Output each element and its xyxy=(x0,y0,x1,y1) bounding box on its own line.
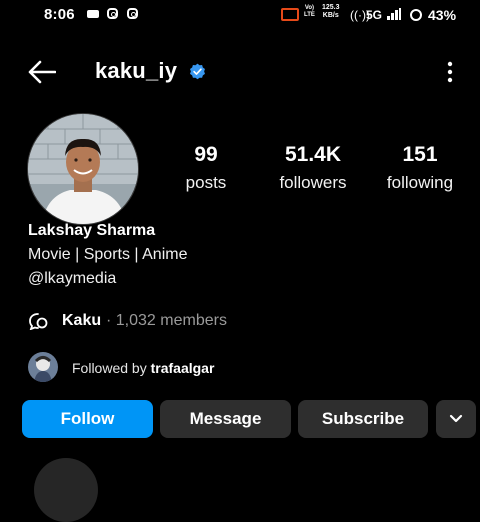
hd-icon xyxy=(281,8,299,21)
signal-icon xyxy=(387,8,403,20)
battery-percentage: 43% xyxy=(428,7,457,23)
followers-count: 51.4K xyxy=(284,143,342,166)
network-speed: 125.3 KB/s xyxy=(322,4,340,19)
chevron-down-icon xyxy=(449,414,463,423)
instagram-icon xyxy=(127,8,138,19)
profile-mention-link[interactable]: @lkaymedia xyxy=(28,270,116,288)
profile-avatar[interactable] xyxy=(27,113,139,225)
network-type: 5G xyxy=(366,8,383,22)
posts-count: 99 xyxy=(194,143,218,166)
posts-label: posts xyxy=(185,173,227,192)
mutual-follower-username: trafaalgar xyxy=(150,360,215,376)
profile-bio: Movie | Sports | Anime xyxy=(28,246,188,263)
profile-photo xyxy=(28,114,138,224)
profile-username: kaku_iy xyxy=(95,58,178,83)
stat-followers[interactable]: 51.4K followers xyxy=(263,143,363,193)
more-options-icon[interactable] xyxy=(444,60,456,84)
subscribe-button[interactable]: Subscribe xyxy=(298,400,428,438)
followed-by-text[interactable]: Followed by trafaalgar xyxy=(72,360,214,376)
followers-label: followers xyxy=(279,173,347,192)
following-count: 151 xyxy=(402,143,438,166)
channel-name[interactable]: Kaku xyxy=(62,312,101,330)
suggested-accounts-button[interactable] xyxy=(436,400,476,438)
channel-members: · 1,032 members xyxy=(106,312,227,329)
video-camera-icon xyxy=(87,10,99,18)
back-arrow-icon[interactable] xyxy=(28,60,56,84)
profile-full-name: Lakshay Sharma xyxy=(28,222,156,239)
battery-icon xyxy=(410,9,422,21)
stat-posts[interactable]: 99 posts xyxy=(156,143,256,193)
status-time: 8:06 xyxy=(44,6,75,23)
stat-following[interactable]: 151 following xyxy=(370,143,470,193)
broadcast-channel-icon xyxy=(29,313,48,330)
follow-button[interactable]: Follow xyxy=(22,400,153,438)
message-button[interactable]: Message xyxy=(160,400,291,438)
instagram-icon xyxy=(107,8,118,19)
following-label: following xyxy=(386,173,454,192)
verified-badge-icon xyxy=(190,63,205,80)
mutual-follower-avatar[interactable] xyxy=(28,352,58,382)
volte-indicator: Vo) LTE xyxy=(304,5,315,18)
story-highlight-circle[interactable] xyxy=(34,458,98,522)
